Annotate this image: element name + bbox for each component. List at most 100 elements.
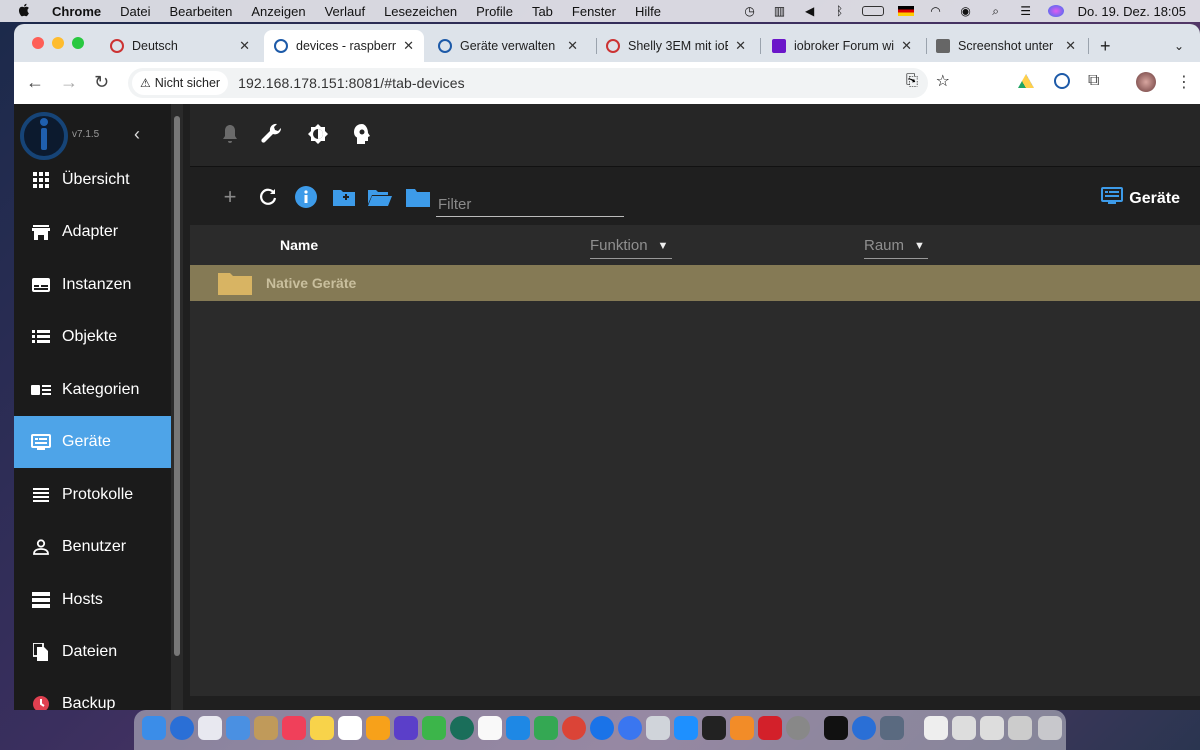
profile-avatar[interactable] [1136,72,1156,92]
preview-icon[interactable] [646,716,670,740]
menu-app-name[interactable]: Chrome [52,4,101,19]
document-stack-icon[interactable] [924,716,948,740]
music-icon[interactable] [282,716,306,740]
sidebar-item-hosts[interactable]: Hosts [14,574,171,626]
sidebar-item-objekte[interactable]: Objekte [14,311,171,363]
back-arrow-icon[interactable]: ← [26,72,44,93]
system-settings-icon[interactable] [786,716,810,740]
tab-deutsch[interactable]: Deutsch ✕ [100,30,260,62]
menu-bearbeiten[interactable]: Bearbeiten [169,4,232,19]
time-machine-icon[interactable] [450,716,474,740]
window-thumbnail-icon[interactable] [952,716,976,740]
control-center-icon[interactable]: ☰ [1018,5,1034,17]
menu-anzeigen[interactable]: Anzeigen [251,4,305,19]
tab-search-chevron-icon[interactable]: ⌄ [1164,30,1194,62]
window-thumbnail-icon[interactable] [1008,716,1032,740]
sidebar-item-adapter[interactable]: Adapter [14,206,171,258]
sidebar-item-kategorien[interactable]: Kategorien [14,364,171,416]
books-icon[interactable] [730,716,754,740]
security-shield-icon[interactable] [758,716,782,740]
google-drive-icon[interactable] [534,716,558,740]
menu-datei[interactable]: Datei [120,4,150,19]
refresh-icon[interactable] [256,185,280,209]
close-window-button[interactable] [32,37,44,49]
siri-icon[interactable] [1047,5,1064,17]
signal-icon[interactable] [618,716,642,740]
onepassword-icon[interactable] [590,716,614,740]
user-switch-icon[interactable]: ◉ [958,5,974,17]
spotlight-search-icon[interactable]: ⌕ [988,5,1004,17]
tab-iobroker-forum[interactable]: iobroker Forum wie ✕ [762,30,922,62]
download-icon[interactable] [852,716,876,740]
bookmark-star-icon[interactable]: ☆ [936,71,950,91]
extensions-puzzle-icon[interactable]: ⧉ [1088,72,1099,90]
volume-icon[interactable]: ◀ [802,5,818,17]
launchpad-icon[interactable] [198,716,222,740]
info-icon[interactable] [294,185,318,209]
clock[interactable]: Do. 19. Dez. 18:05 [1078,4,1186,19]
reload-icon[interactable]: ↻ [94,72,109,93]
close-tab-icon[interactable]: ✕ [1065,38,1076,54]
address-bar[interactable]: ⚠ Nicht sicher 192.168.178.151:8081/#tab… [128,68,950,98]
add-folder-icon[interactable] [332,185,356,209]
tab-geraete-verwalten[interactable]: Geräte verwalten ✕ [428,30,588,62]
tab-shelly[interactable]: Shelly 3EM mit ioB ✕ [596,30,756,62]
photos-icon[interactable] [478,716,502,740]
battery-monitor-icon[interactable]: ▥ [772,5,788,17]
safari-icon[interactable] [170,716,194,740]
filter-input[interactable]: Filter [436,191,624,217]
menu-fenster[interactable]: Fenster [572,4,616,19]
terminal-icon[interactable] [824,716,848,740]
folder-icon[interactable] [218,271,252,300]
mail-icon[interactable] [226,716,250,740]
window-thumbnail-icon[interactable] [980,716,1004,740]
collapse-sidebar-chevron-icon[interactable]: ‹ [134,124,140,145]
menu-hilfe[interactable]: Hilfe [635,4,661,19]
close-tab-icon[interactable]: ✕ [403,38,414,54]
time-machine-icon[interactable]: ◷ [742,5,758,17]
imovie-icon[interactable] [394,716,418,740]
forward-arrow-icon[interactable]: → [60,72,78,93]
sidebar-item-uebersicht[interactable]: Übersicht [14,154,171,206]
table-row[interactable]: Native Geräte [190,265,1200,301]
security-chip[interactable]: ⚠ Nicht sicher [132,71,229,95]
notes-icon[interactable] [310,716,334,740]
new-tab-button[interactable]: + [1090,30,1120,62]
tab-screenshot[interactable]: Screenshot unter ✕ [926,30,1086,62]
apple-icon[interactable] [18,3,36,20]
sidebar-item-geraete[interactable]: Geräte [14,416,171,468]
activity-monitor-icon[interactable] [702,716,726,740]
chrome-icon[interactable] [562,716,586,740]
sidebar-item-backup[interactable]: Backup [14,678,171,710]
battery-icon[interactable] [861,6,884,16]
trash-icon[interactable] [1038,716,1062,740]
iobroker-extension-icon[interactable] [1054,73,1070,89]
close-tab-icon[interactable]: ✕ [901,38,912,54]
folder-open-icon[interactable] [368,185,392,209]
close-tab-icon[interactable]: ✕ [567,38,578,54]
room-filter-select[interactable]: Raum ▼ [864,233,928,259]
menu-profile[interactable]: Profile [476,4,513,19]
numbers-icon[interactable] [422,716,446,740]
url-text[interactable]: 192.168.178.151:8081/#tab-devices [238,75,465,91]
xcode-icon[interactable] [506,716,530,740]
menu-tab[interactable]: Tab [532,4,553,19]
wrench-icon[interactable] [260,122,284,146]
menu-lesezeichen[interactable]: Lesezeichen [384,4,457,19]
calendar-icon[interactable] [338,716,362,740]
wifi-icon[interactable]: ◠ [928,5,944,17]
close-tab-icon[interactable]: ✕ [735,38,746,54]
sidebar-scrollbar-thumb[interactable] [174,116,180,656]
add-icon[interactable]: + [218,184,242,209]
expert-mode-head-icon[interactable] [350,122,374,146]
sidebar-item-instanzen[interactable]: Instanzen [14,259,171,311]
minimize-window-button[interactable] [52,37,64,49]
bell-icon[interactable] [218,122,242,146]
bluetooth-icon[interactable]: ᛒ [832,5,848,17]
function-filter-select[interactable]: Funktion ▼ [590,233,672,259]
close-tab-icon[interactable]: ✕ [239,38,250,54]
sidebar-item-benutzer[interactable]: Benutzer [14,521,171,573]
kebab-menu-icon[interactable]: ⋮ [1176,72,1192,92]
theme-brightness-icon[interactable] [306,122,330,146]
translate-icon[interactable]: ⎘ [906,72,918,89]
